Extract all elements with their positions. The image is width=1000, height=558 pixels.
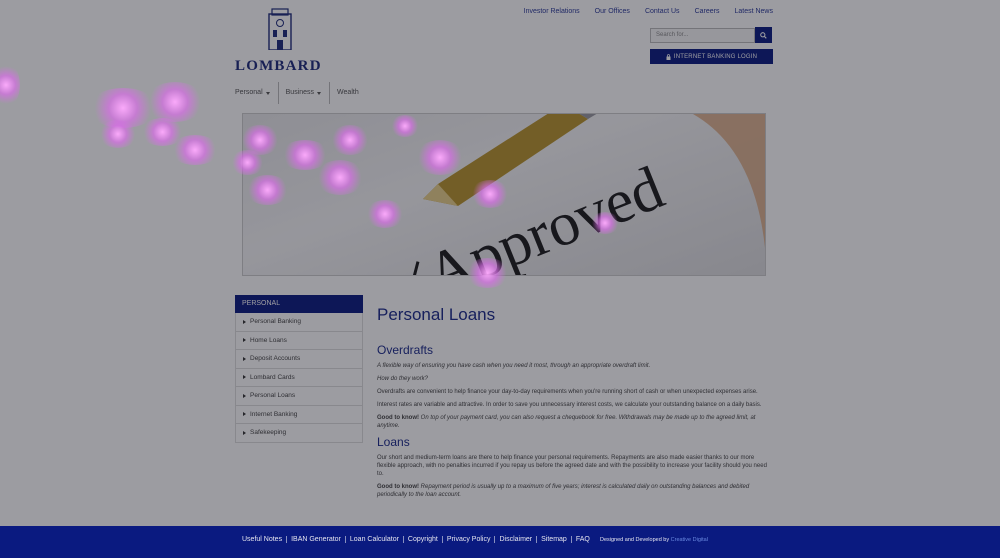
topnav-investor-relations[interactable]: Investor Relations: [524, 8, 580, 15]
mainnav-business-label: Business: [285, 89, 315, 96]
heatmap-glow: [145, 82, 205, 122]
heatmap-glow: [170, 135, 220, 165]
topnav-careers[interactable]: Careers: [695, 8, 720, 15]
arrow-right-icon: [243, 393, 246, 398]
sidebar-item-personal-banking[interactable]: Personal Banking: [235, 313, 363, 332]
sidebar-item-deposit-accounts[interactable]: Deposit Accounts: [235, 350, 363, 369]
overdrafts-heading: Overdrafts: [377, 343, 434, 357]
heatmap-glow: [0, 62, 20, 108]
mainnav-wealth[interactable]: Wealth: [329, 82, 367, 104]
footer-links: Useful Notes IBAN Generator Loan Calcula…: [242, 536, 590, 543]
sidebar-item-label: Personal Loans: [250, 392, 296, 400]
footer-link-copyright[interactable]: Copyright: [402, 536, 438, 543]
sidebar-item-label: Safekeeping: [250, 429, 287, 437]
arrow-right-icon: [243, 338, 246, 343]
lombard-logo[interactable]: LOMBARD: [235, 8, 327, 74]
lock-icon: [666, 53, 671, 60]
overdrafts-paragraph-1: Overdrafts are convenient to help financ…: [377, 389, 758, 395]
credit-prefix: Designed and Developed by: [600, 537, 670, 543]
search-icon: [760, 31, 767, 39]
footer-credit: Designed and Developed by Creative Digit…: [600, 537, 708, 543]
overdrafts-question: How do they work?: [377, 376, 429, 382]
note-label: Good to know!: [377, 484, 419, 490]
search-input[interactable]: Search for...: [650, 28, 755, 43]
footer-link-iban-generator[interactable]: IBAN Generator: [286, 536, 341, 543]
arrow-right-icon: [243, 430, 246, 435]
sidebar-item-lombard-cards[interactable]: Lombard Cards: [235, 368, 363, 387]
loans-paragraph-1: Our short and medium-term loans are ther…: [377, 455, 767, 477]
arrow-right-icon: [243, 375, 246, 380]
topnav-latest-news[interactable]: Latest News: [734, 8, 773, 15]
sidebar-item-label: Personal Banking: [250, 318, 301, 326]
mainnav-personal-label: Personal: [235, 89, 263, 96]
credit-company-link[interactable]: Creative Digital: [671, 537, 708, 543]
sidebar-menu: Personal Banking Home Loans Deposit Acco…: [235, 313, 363, 443]
footer-link-faq[interactable]: FAQ: [570, 536, 590, 543]
heatmap-glow: [98, 120, 138, 148]
sidebar-item-home-loans[interactable]: Home Loans: [235, 331, 363, 350]
footer-link-useful-notes[interactable]: Useful Notes: [242, 536, 282, 543]
approved-text: Approved: [417, 154, 672, 276]
top-navigation: Investor Relations Our Offices Contact U…: [524, 8, 773, 15]
sidebar-item-label: Lombard Cards: [250, 373, 295, 381]
main-navigation: Personal Business Wealth: [235, 82, 367, 104]
loans-heading: Loans: [377, 435, 410, 449]
arrow-right-icon: [243, 356, 246, 361]
approved-stamp-illustration: Approved: [393, 114, 765, 276]
note-text: On top of your payment card, you can als…: [377, 415, 756, 429]
page-title: Personal Loans: [377, 305, 496, 324]
sidebar-heading: PERSONAL: [235, 295, 363, 313]
mainnav-business[interactable]: Business: [277, 82, 329, 104]
hero-banner-image: Approved: [242, 113, 766, 276]
footer-link-sitemap[interactable]: Sitemap: [536, 536, 567, 543]
internet-banking-login-label: INTERNET BANKING LOGIN: [673, 53, 758, 60]
mainnav-wealth-label: Wealth: [337, 89, 359, 96]
topnav-our-offices[interactable]: Our Offices: [595, 8, 630, 15]
caret-down-icon: [317, 92, 322, 95]
overdrafts-lead: A flexible way of ensuring you have cash…: [377, 363, 651, 369]
heatmap-glow: [140, 118, 185, 146]
mainnav-personal[interactable]: Personal: [235, 82, 278, 104]
sidebar-item-label: Home Loans: [250, 336, 287, 344]
note-text: Repayment period is usually up to a maxi…: [377, 484, 750, 498]
main-content: Personal Loans Overdrafts A flexible way…: [377, 305, 772, 504]
sidebar-item-label: Internet Banking: [250, 410, 298, 418]
overdrafts-paragraph-2: Interest rates are variable and attracti…: [377, 402, 762, 408]
search-button[interactable]: [755, 27, 772, 43]
internet-banking-login-button[interactable]: INTERNET BANKING LOGIN: [650, 49, 773, 64]
arrow-right-icon: [243, 319, 246, 324]
arrow-right-icon: [243, 412, 246, 417]
footer-link-privacy-policy[interactable]: Privacy Policy: [441, 536, 490, 543]
loans-note: Good to know! Repayment period is usuall…: [377, 483, 772, 499]
sidebar-item-label: Deposit Accounts: [250, 355, 301, 363]
building-icon: [268, 8, 292, 50]
site-footer: Useful Notes IBAN Generator Loan Calcula…: [0, 526, 1000, 558]
footer-link-disclaimer[interactable]: Disclaimer: [494, 536, 532, 543]
footer-link-loan-calculator[interactable]: Loan Calculator: [344, 536, 399, 543]
sidebar-item-personal-loans[interactable]: Personal Loans: [235, 387, 363, 406]
heatmap-glow: [88, 88, 158, 128]
sidebar-item-internet-banking[interactable]: Internet Banking: [235, 405, 363, 424]
overdrafts-note: Good to know! On top of your payment car…: [377, 414, 772, 430]
caret-down-icon: [265, 92, 270, 95]
note-label: Good to know!: [377, 415, 419, 421]
sidebar-item-safekeeping[interactable]: Safekeeping: [235, 424, 363, 443]
topnav-contact-us[interactable]: Contact Us: [645, 8, 680, 15]
brand-name: LOMBARD: [235, 58, 322, 74]
